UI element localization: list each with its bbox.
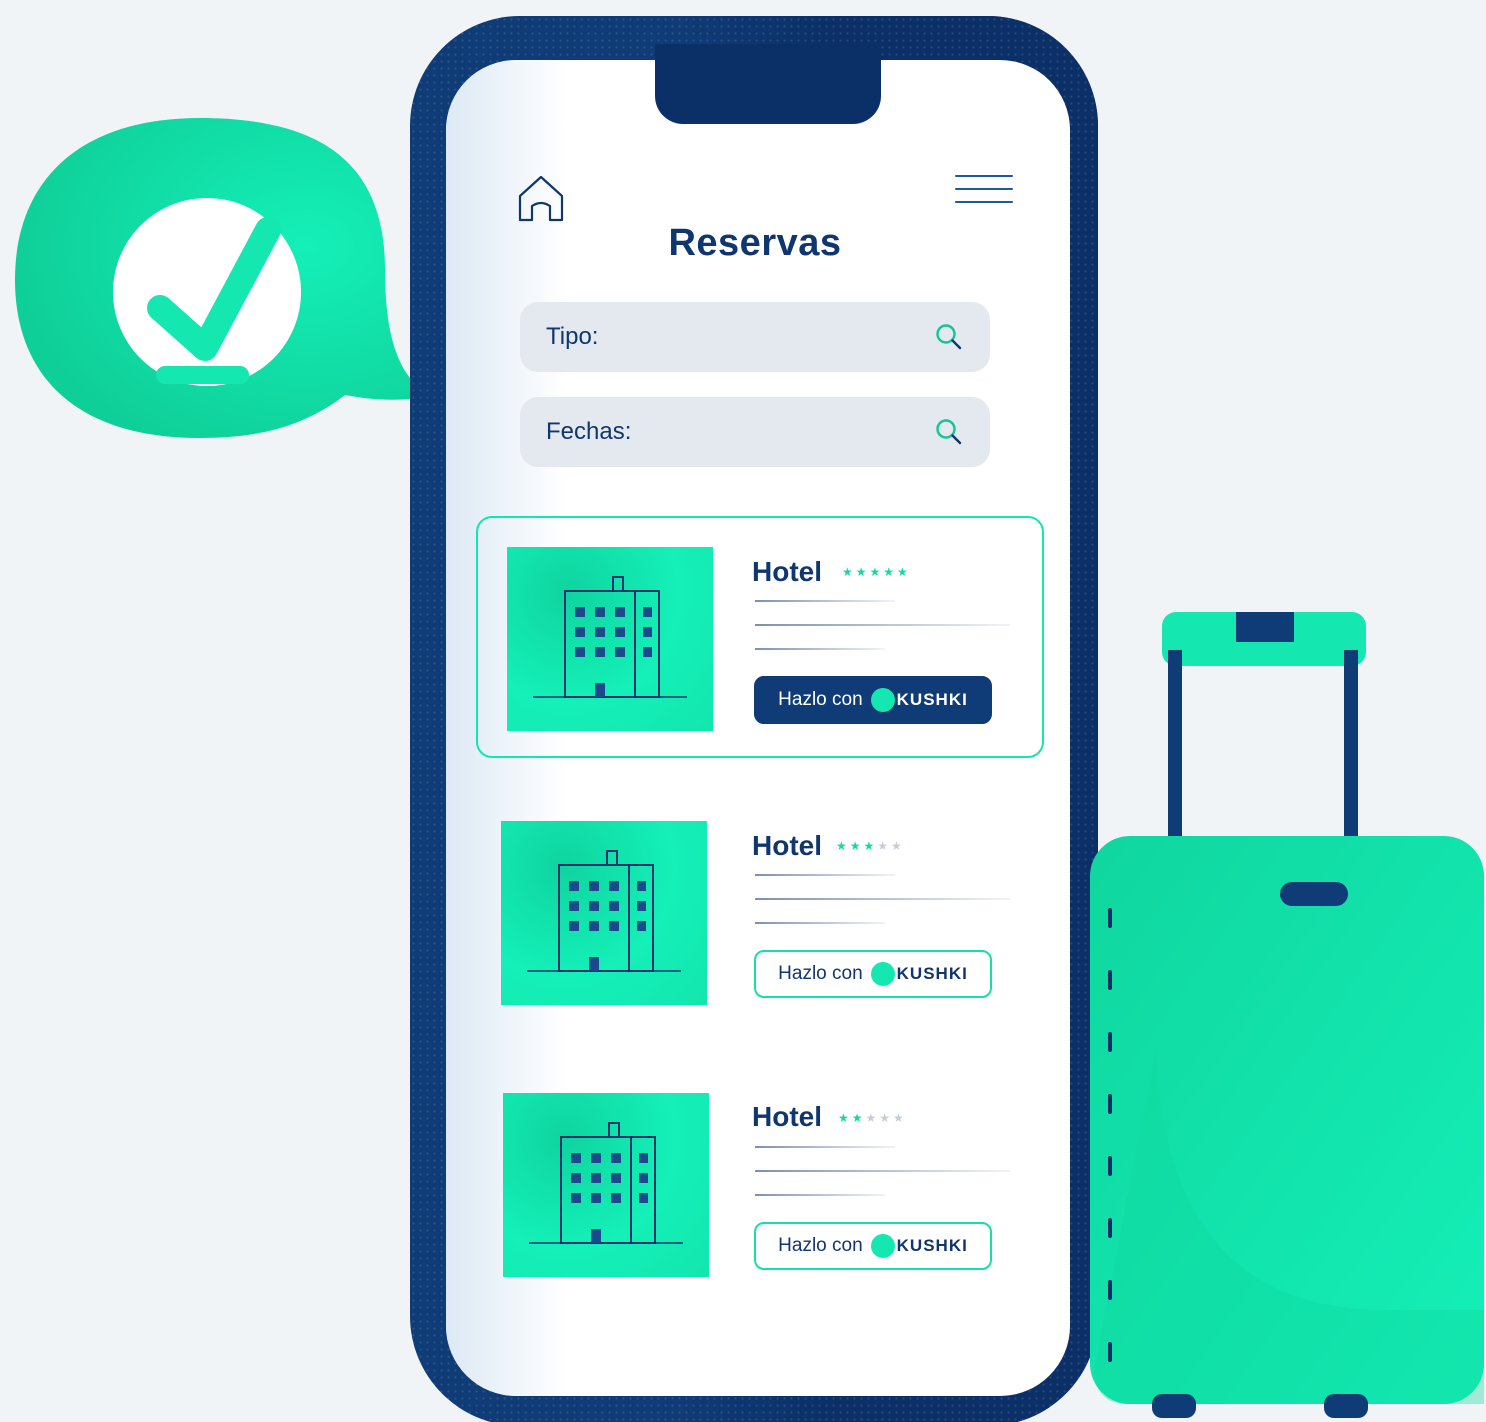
search-icon[interactable] (934, 322, 964, 352)
checkmark-download-icon (15, 118, 432, 438)
hotel-name: Hotel (752, 556, 822, 587)
cta-label: Hazlo con (778, 963, 863, 984)
hotel-image (507, 547, 713, 731)
hotel-image (501, 821, 707, 1005)
search-icon[interactable] (934, 417, 964, 447)
search-field-tipo[interactable]: Tipo: (520, 302, 990, 372)
phone-notch (655, 44, 881, 124)
search-field-label: Tipo: (546, 323, 599, 350)
kushki-logo: KUSHKI (870, 1234, 968, 1258)
kushki-check-icon (870, 688, 895, 712)
hotel-name: Hotel (752, 1101, 822, 1132)
search-field-fechas[interactable]: Fechas: (520, 397, 990, 467)
book-with-kushki-button[interactable]: Hazlo con KUSHKI (754, 950, 992, 998)
book-with-kushki-button[interactable]: Hazlo con KUSHKI (754, 1222, 992, 1270)
suitcase-illustration (1086, 610, 1486, 1422)
building-icon (527, 850, 681, 972)
search-field-label: Fechas: (546, 418, 632, 445)
star-rating: ★★★★★ (836, 839, 905, 853)
book-with-kushki-button[interactable]: Hazlo con KUSHKI (754, 676, 992, 724)
kushki-check-icon (870, 1234, 895, 1258)
star-rating: ★★★★★ (838, 1111, 907, 1125)
building-icon (529, 1122, 683, 1244)
hotel-name: Hotel (752, 830, 822, 861)
home-icon[interactable] (516, 172, 566, 224)
kushki-logo: KUSHKI (870, 688, 968, 712)
hamburger-menu-icon[interactable] (955, 175, 1013, 211)
speech-bubble (0, 100, 440, 450)
kushki-check-icon (870, 962, 895, 986)
cta-label: Hazlo con (778, 1235, 863, 1256)
kushki-logo: KUSHKI (870, 962, 968, 986)
star-rating: ★★★★★ (842, 565, 911, 579)
building-icon (533, 576, 687, 698)
cta-label: Hazlo con (778, 689, 863, 710)
page-title: Reservas (668, 222, 842, 264)
hotel-image (503, 1093, 709, 1277)
